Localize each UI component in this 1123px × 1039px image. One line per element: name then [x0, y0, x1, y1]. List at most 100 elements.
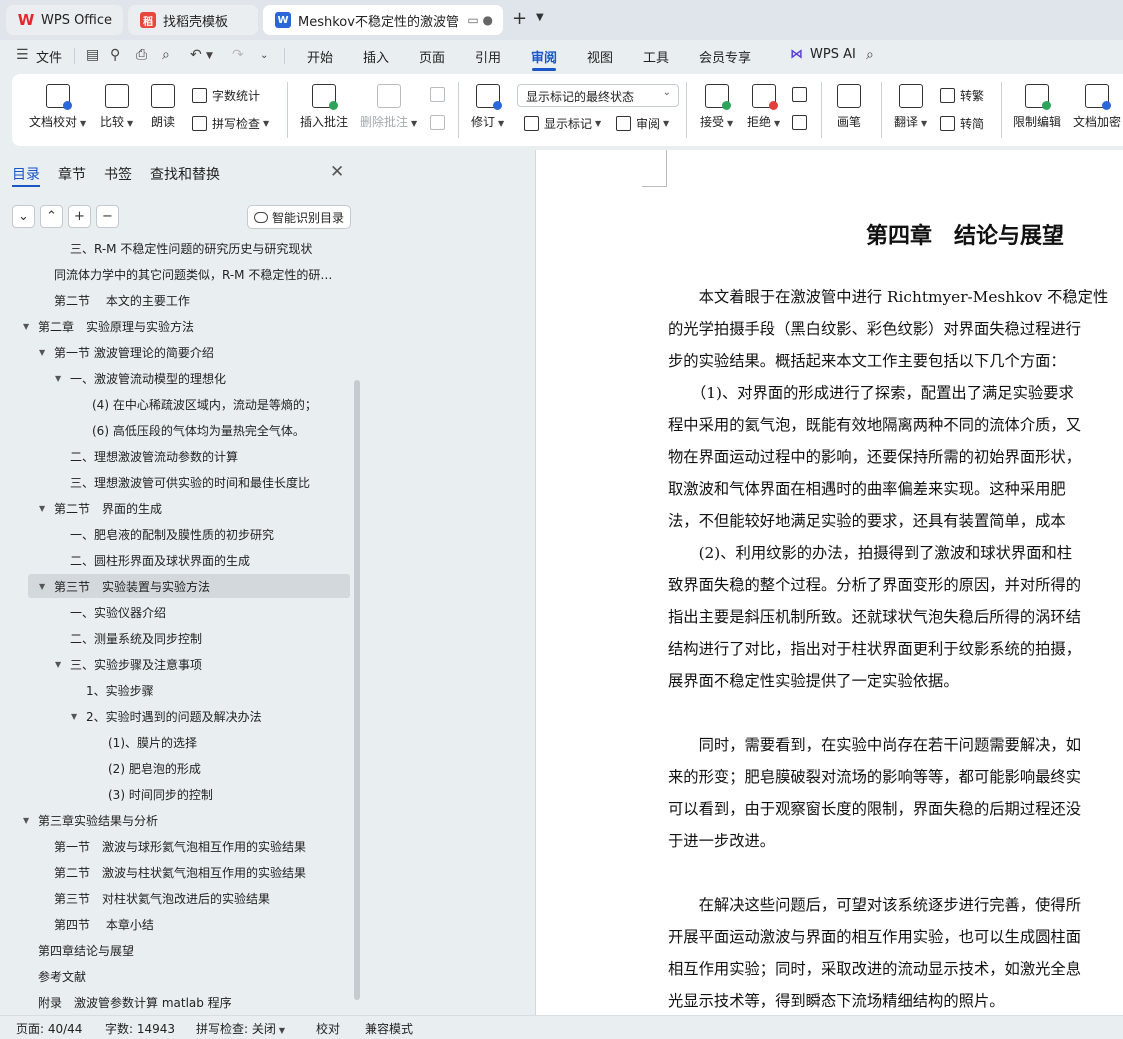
- hamburger-menu-icon[interactable]: ☰: [16, 47, 29, 63]
- menu-tools[interactable]: 工具: [643, 47, 669, 66]
- menu-insert[interactable]: 插入: [363, 47, 389, 66]
- nav-tab-bookmarks[interactable]: 书签: [104, 164, 132, 184]
- tab-docer-templates[interactable]: 稻 找稻壳模板: [128, 5, 258, 35]
- encrypt-document-button[interactable]: 文档加密: [1073, 84, 1121, 130]
- previous-change-icon[interactable]: [792, 87, 812, 102]
- toc-item-selected[interactable]: ▼ 第三节 实验装置与实验方法: [28, 574, 350, 598]
- pen-button[interactable]: 画笔: [837, 84, 861, 130]
- menu-member[interactable]: 会员专享: [699, 47, 751, 66]
- undo-icon[interactable]: ↶: [190, 47, 202, 63]
- toc-item[interactable]: ▼ 第二章 实验原理与实验方法: [0, 314, 350, 338]
- next-change-icon[interactable]: [792, 115, 812, 130]
- toc-item[interactable]: 同流体力学中的其它问题类似，R-M 不稳定性的研…: [0, 262, 350, 286]
- review-pane-button[interactable]: 审阅 ▼: [616, 115, 669, 132]
- toc-item[interactable]: 三、R-M 不稳定性问题的研究历史与研究现状: [0, 236, 350, 260]
- toc-item[interactable]: 三、理想激波管可供实验的时间和最佳长度比: [0, 470, 350, 494]
- tab-current-document[interactable]: W Meshkov不稳定性的激波管实 ▭ ●: [263, 5, 503, 35]
- chevron-down-icon[interactable]: ▼: [536, 12, 544, 23]
- smart-toc-button[interactable]: 智能识别目录: [247, 205, 351, 229]
- expand-triangle-icon[interactable]: ▼: [39, 504, 45, 513]
- toc-item[interactable]: 二、理想激波管流动参数的计算: [0, 444, 350, 468]
- toc-item[interactable]: ▼ 第三章实验结果与分析: [0, 808, 350, 832]
- remove-heading-button[interactable]: −: [96, 205, 119, 228]
- document-page[interactable]: 第四章 结论与展望 本文着眼于在激波管中进行 Richtmyer-Meshkov…: [535, 150, 1123, 1015]
- spell-check-button[interactable]: 拼写检查 ▼: [192, 115, 269, 132]
- toc-item[interactable]: ▼ 2、实验时遇到的问题及解决办法: [0, 704, 350, 728]
- toc-item[interactable]: 第二节 激波与柱状氦气泡相互作用的实验结果: [0, 860, 350, 884]
- doc-proofread-button[interactable]: 文档校对 ▼: [29, 84, 86, 130]
- search-icon[interactable]: ⌕: [866, 47, 874, 63]
- to-traditional-button[interactable]: 转繁: [940, 87, 984, 104]
- close-icon[interactable]: ✕: [330, 162, 344, 182]
- expand-triangle-icon[interactable]: ▼: [39, 582, 45, 591]
- delete-comment-button[interactable]: 删除批注 ▼: [360, 84, 417, 130]
- menu-page[interactable]: 页面: [419, 47, 445, 66]
- expand-triangle-icon[interactable]: ▼: [55, 660, 61, 669]
- toc-item[interactable]: ▼ 一、激波管流动模型的理想化: [0, 366, 350, 390]
- save-icon[interactable]: ▤: [86, 47, 99, 63]
- page-indicator[interactable]: 页面: 40/44: [16, 1020, 82, 1037]
- toc-item[interactable]: 附录 激波管参数计算 matlab 程序: [0, 990, 350, 1014]
- toc-item[interactable]: ▼ 三、实验步骤及注意事项: [0, 652, 350, 676]
- toc-item[interactable]: (1)、膜片的选择: [0, 730, 350, 754]
- previous-comment-icon[interactable]: [430, 87, 450, 102]
- print-preview-icon[interactable]: ⌕: [162, 47, 170, 63]
- proofread-status[interactable]: 校对: [316, 1020, 340, 1037]
- compare-button[interactable]: 比较 ▼: [100, 84, 133, 130]
- undo-dropdown-icon[interactable]: ▼: [206, 51, 213, 61]
- quick-access-more-icon[interactable]: ⌄: [260, 50, 268, 61]
- expand-triangle-icon[interactable]: ▼: [39, 348, 45, 357]
- menu-wps-ai[interactable]: WPS AI: [810, 47, 856, 62]
- toc-item[interactable]: 二、测量系统及同步控制: [0, 626, 350, 650]
- accept-button[interactable]: 接受 ▼: [700, 84, 733, 130]
- new-tab-plus-icon[interactable]: +: [512, 8, 527, 29]
- document-canvas[interactable]: 第四章 结论与展望 本文着眼于在激波管中进行 Richtmyer-Meshkov…: [364, 150, 1123, 1015]
- toc-item[interactable]: 二、圆柱形界面及球状界面的生成: [0, 548, 350, 572]
- track-changes-button[interactable]: 修订 ▼: [471, 84, 504, 130]
- next-comment-icon[interactable]: [430, 115, 450, 130]
- restrict-editing-button[interactable]: 限制编辑: [1013, 84, 1061, 130]
- nav-tab-toc[interactable]: 目录: [12, 164, 40, 184]
- toc-item[interactable]: 1、实验步骤: [0, 678, 350, 702]
- word-count-indicator[interactable]: 字数: 14943: [105, 1020, 175, 1037]
- word-count-button[interactable]: 字数统计: [192, 87, 260, 104]
- toc-item[interactable]: 第四节 本章小结: [0, 912, 350, 936]
- toc-scrollbar[interactable]: [354, 380, 360, 1000]
- toc-item[interactable]: 一、肥皂液的配制及膜性质的初步研究: [0, 522, 350, 546]
- toc-item[interactable]: 第三节 对柱状氦气泡改进后的实验结果: [0, 886, 350, 910]
- expand-level-button[interactable]: ⌃: [40, 205, 63, 228]
- reject-button[interactable]: 拒绝 ▼: [747, 84, 780, 130]
- toc-item[interactable]: (2) 肥皂泡的形成: [0, 756, 350, 780]
- toc-item[interactable]: 一、实验仪器介绍: [0, 600, 350, 624]
- menu-references[interactable]: 引用: [475, 47, 501, 66]
- add-heading-button[interactable]: +: [68, 205, 91, 228]
- toc-item[interactable]: (4) 在中心稀疏波区域内，流动是等熵的；: [0, 392, 350, 416]
- toc-item[interactable]: ▼ 第一节 激波管理论的简要介绍: [0, 340, 350, 364]
- toc-item[interactable]: 参考文献: [0, 964, 350, 988]
- toc-item[interactable]: (6) 高低压段的气体均为量热完全气体。: [0, 418, 350, 442]
- toc-item[interactable]: ▼ 第二节 界面的生成: [0, 496, 350, 520]
- markup-state-select[interactable]: 显示标记的最终状态 ⌄: [517, 84, 679, 107]
- toc-item[interactable]: (3) 时间同步的控制: [0, 782, 350, 806]
- nav-tab-chapters[interactable]: 章节: [58, 164, 86, 184]
- show-markup-button[interactable]: 显示标记 ▼: [524, 115, 601, 132]
- toc-item[interactable]: 第一节 激波与球形氦气泡相互作用的实验结果: [0, 834, 350, 858]
- menu-view[interactable]: 视图: [587, 47, 613, 66]
- nav-tab-find-replace[interactable]: 查找和替换: [150, 164, 220, 184]
- collapse-level-button[interactable]: ⌄: [12, 205, 35, 228]
- expand-triangle-icon[interactable]: ▼: [71, 712, 77, 721]
- menu-file[interactable]: 文件: [36, 47, 62, 66]
- menu-review[interactable]: 审阅: [531, 47, 557, 66]
- expand-triangle-icon[interactable]: ▼: [23, 322, 29, 331]
- insert-comment-button[interactable]: 插入批注: [300, 84, 348, 130]
- toc-item[interactable]: 第四章结论与展望: [0, 938, 350, 962]
- menu-start[interactable]: 开始: [307, 47, 333, 66]
- toc-item[interactable]: 第二节 本文的主要工作: [0, 288, 350, 312]
- tab-wps-office[interactable]: W WPS Office: [6, 5, 123, 35]
- share-icon[interactable]: ⚲: [110, 47, 120, 63]
- print-icon[interactable]: ⎙: [136, 47, 147, 63]
- read-aloud-button[interactable]: 朗读: [151, 84, 175, 130]
- to-simplified-button[interactable]: 转简: [940, 115, 984, 132]
- expand-triangle-icon[interactable]: ▼: [23, 816, 29, 825]
- translate-button[interactable]: 翻译 ▼: [894, 84, 927, 130]
